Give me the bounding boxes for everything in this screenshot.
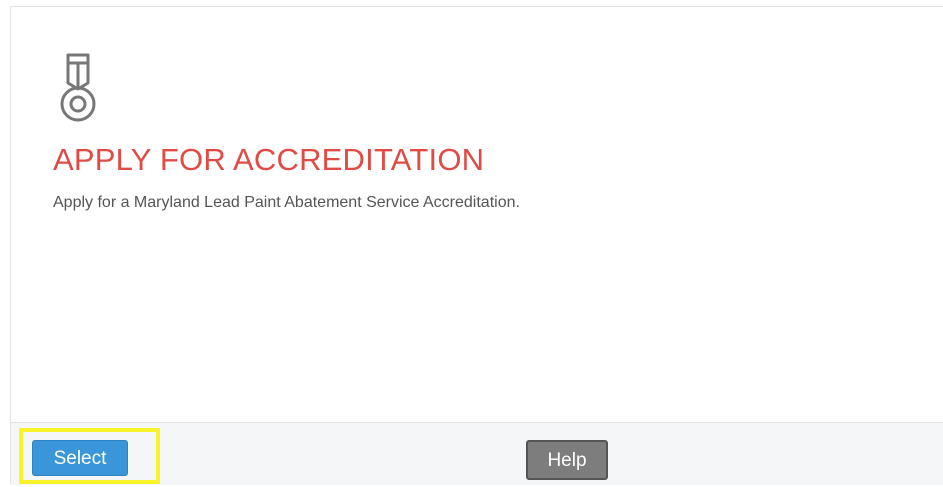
medal-icon: [53, 53, 103, 125]
help-button[interactable]: Help: [526, 440, 608, 480]
accreditation-card: APPLY FOR ACCREDITATION Apply for a Mary…: [10, 6, 943, 485]
card-footer: Select Help: [11, 422, 943, 485]
select-button[interactable]: Select: [32, 440, 128, 476]
card-description: Apply for a Maryland Lead Paint Abatemen…: [53, 194, 520, 211]
page-title: APPLY FOR ACCREDITATION: [53, 142, 485, 177]
